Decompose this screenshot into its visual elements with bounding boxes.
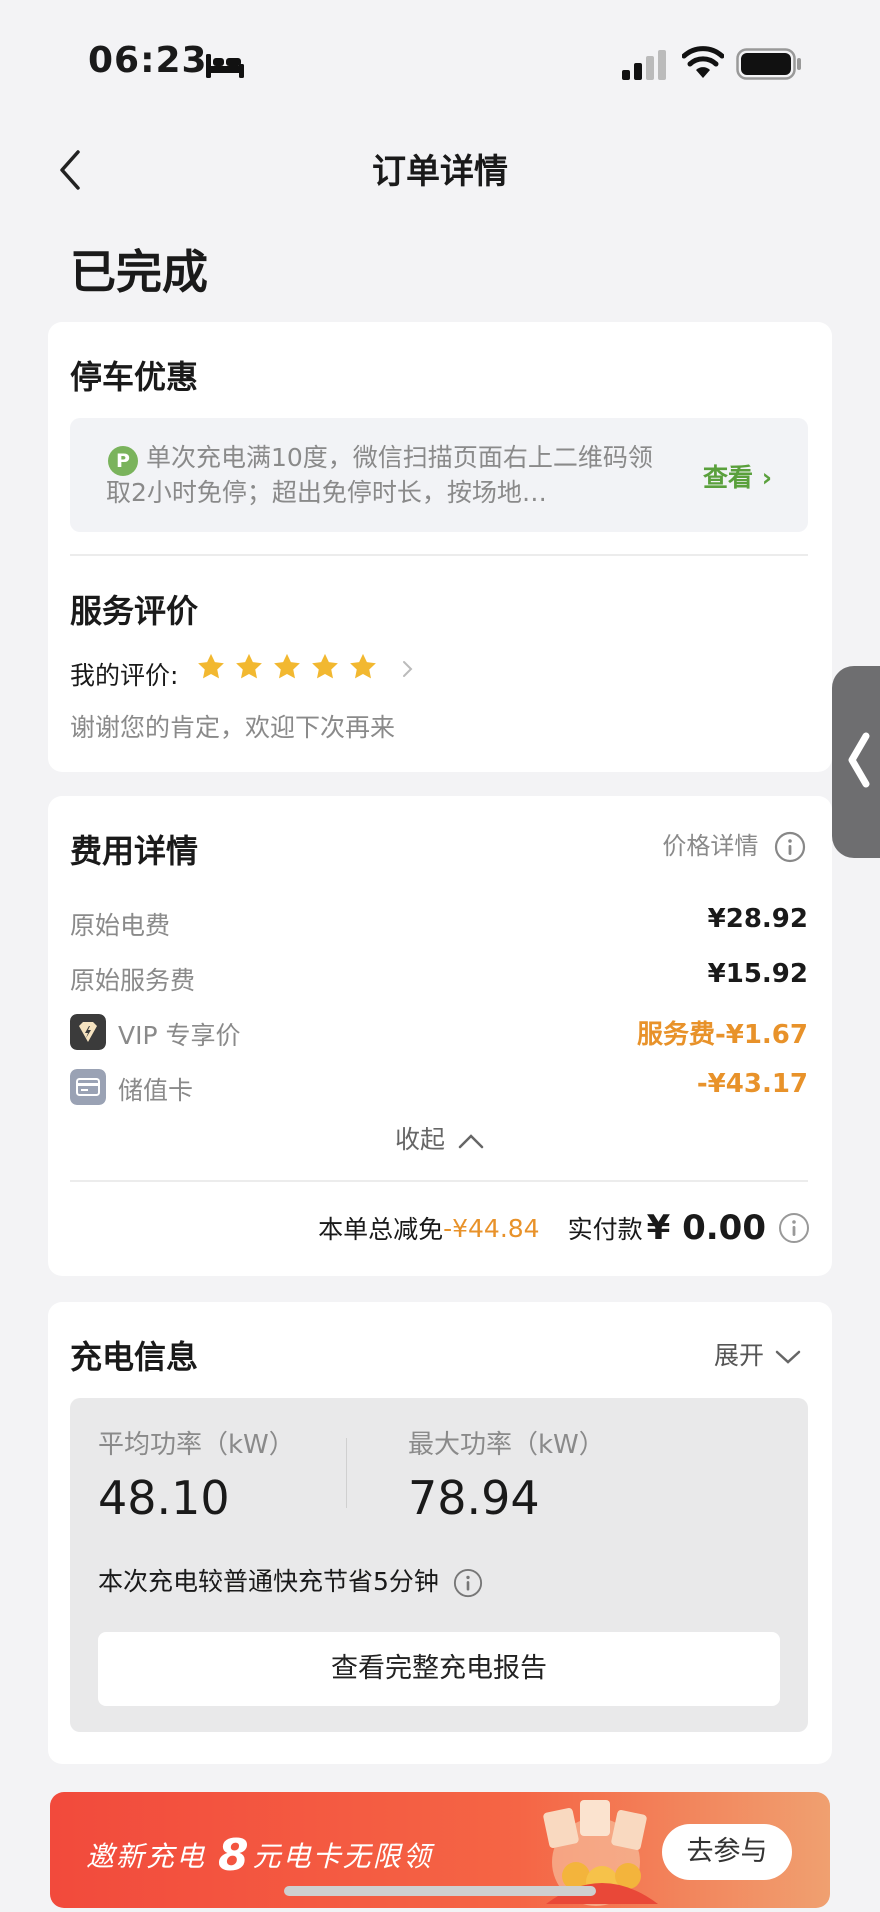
- side-float-tab[interactable]: [832, 666, 880, 858]
- banner-prefix: 邀新充电: [86, 1840, 207, 1873]
- time-saving-note: 本次充电较普通快充节省5分钟: [98, 1562, 483, 1598]
- fee-value: 服务费-¥1.67: [636, 1020, 808, 1050]
- total-summary: 本单总减免 -¥44.84 实付款 ¥ 0.00: [318, 1206, 810, 1250]
- sleep-focus-icon: [206, 54, 244, 78]
- price-detail-label: 价格详情: [662, 832, 759, 860]
- stored-value-card-icon: [70, 1069, 106, 1105]
- fee-value: ¥15.92: [707, 959, 808, 989]
- fee-label: 原始服务费: [70, 966, 196, 995]
- star-icon: [350, 653, 376, 679]
- total-discount-label: 本单总减免: [318, 1215, 444, 1244]
- parking-offer-box[interactable]: 单次充电满10度，微信扫描页面右上二维码领取2小时免停；超出免停时长，按场地… …: [70, 418, 808, 532]
- fee-details-card: 费用详情 价格详情 原始电费 ¥28.92 原始服务费 ¥15.92 VIP 专…: [48, 796, 832, 1276]
- fee-title: 费用详情: [70, 832, 199, 870]
- my-rating-label: 我的评价:: [70, 661, 179, 690]
- avg-power-metric: 平均功率（kW） 48.10: [98, 1424, 295, 1525]
- avg-power-value: 48.10: [98, 1471, 230, 1525]
- view-full-report-button[interactable]: 查看完整充电报告: [98, 1632, 780, 1706]
- join-button[interactable]: 去参与: [662, 1824, 792, 1880]
- fee-row: 储值卡 -¥43.17: [70, 1067, 808, 1107]
- divider: [70, 1180, 808, 1182]
- collapse-button[interactable]: 收起: [48, 1120, 832, 1156]
- chevron-down-icon: [775, 1350, 801, 1364]
- review-message: 谢谢您的肯定，欢迎下次再来: [70, 713, 396, 742]
- paid-amount: ¥ 0.00: [646, 1208, 766, 1248]
- parking-review-card: 停车优惠 单次充电满10度，微信扫描页面右上二维码领取2小时免停；超出免停时长，…: [48, 322, 832, 772]
- star-icon: [198, 653, 224, 679]
- fee-label: 储值卡: [118, 1076, 194, 1105]
- paid-label: 实付款: [567, 1215, 643, 1244]
- wifi-icon: [682, 46, 724, 78]
- collapse-label: 收起: [395, 1125, 446, 1154]
- chevron-left-icon: [848, 732, 870, 788]
- banner-amount: 8: [218, 1830, 251, 1881]
- view-parking-link[interactable]: 查看 ›: [703, 458, 772, 494]
- info-icon[interactable]: [453, 1568, 483, 1598]
- parking-badge-icon: P: [108, 446, 138, 476]
- star-icon: [312, 653, 338, 679]
- star-icon: [274, 653, 300, 679]
- chevron-right-icon[interactable]: [400, 658, 416, 680]
- expand-label: 展开: [714, 1341, 765, 1370]
- banner-text: 邀新充电 8元电卡无限领: [86, 1830, 433, 1881]
- banner-suffix: 元电卡无限领: [252, 1840, 433, 1873]
- time-saving-text: 本次充电较普通快充节省5分钟: [98, 1567, 439, 1596]
- expand-button[interactable]: 展开: [714, 1336, 802, 1372]
- fee-row: VIP 专享价 服务费-¥1.67: [70, 1012, 808, 1052]
- parking-offer-text: 单次充电满10度，微信扫描页面右上二维码领取2小时免停；超出免停时长，按场地…: [106, 443, 653, 507]
- charging-info-card: 充电信息 展开 平均功率（kW） 48.10 最大功率（kW） 78.94 本次…: [48, 1302, 832, 1764]
- home-indicator: [284, 1886, 596, 1896]
- max-power-label: 最大功率（kW）: [408, 1430, 605, 1460]
- charging-title: 充电信息: [70, 1338, 199, 1376]
- total-discount-value: -¥44.84: [443, 1213, 540, 1243]
- info-icon: [774, 831, 806, 863]
- order-status: 已完成: [70, 245, 208, 299]
- fee-row: 原始电费 ¥28.92: [70, 902, 808, 942]
- status-time: 06:23: [88, 40, 208, 81]
- review-title: 服务评价: [70, 592, 199, 630]
- star-icon: [236, 653, 262, 679]
- metric-divider: [346, 1438, 347, 1508]
- divider: [70, 554, 808, 556]
- cellular-signal-icon: [622, 50, 666, 80]
- fee-value: -¥43.17: [696, 1069, 808, 1099]
- status-bar: 06:23: [0, 0, 880, 110]
- chevron-up-icon: [458, 1134, 484, 1149]
- fee-row: 原始服务费 ¥15.92: [70, 957, 808, 997]
- fee-label: VIP 专享价: [118, 1021, 241, 1050]
- avg-power-label: 平均功率（kW）: [98, 1430, 295, 1460]
- price-detail-link[interactable]: 价格详情: [662, 826, 806, 863]
- page-title: 订单详情: [372, 152, 508, 192]
- fee-label: 原始电费: [70, 911, 171, 940]
- vip-diamond-icon: [70, 1014, 106, 1050]
- max-power-value: 78.94: [408, 1471, 540, 1525]
- charging-stats-box: 平均功率（kW） 48.10 最大功率（kW） 78.94 本次充电较普通快充节…: [70, 1398, 808, 1732]
- max-power-metric: 最大功率（kW） 78.94: [408, 1424, 605, 1525]
- info-icon[interactable]: [778, 1212, 810, 1244]
- fee-value: ¥28.92: [707, 904, 808, 934]
- parking-title: 停车优惠: [70, 358, 199, 396]
- battery-icon: [736, 48, 801, 80]
